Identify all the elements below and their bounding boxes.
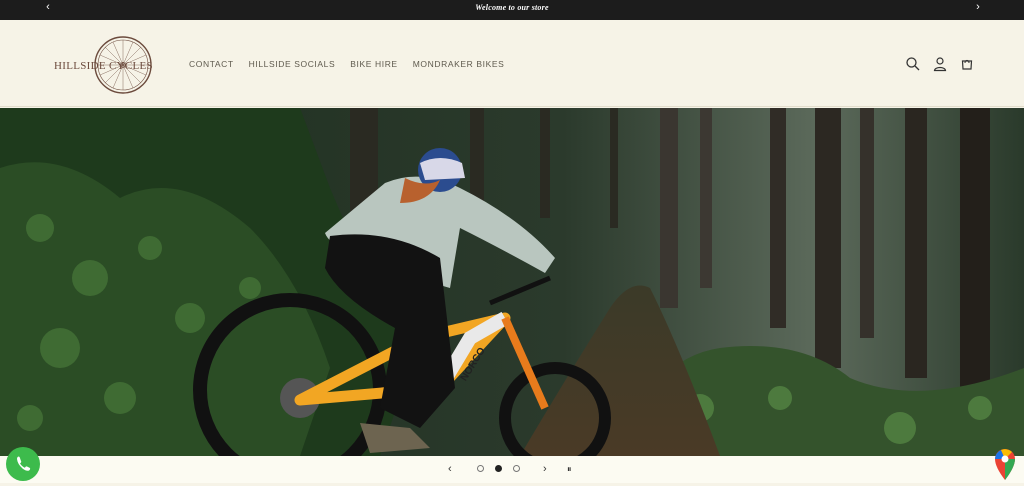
nav-hillside-socials[interactable]: HILLSIDE SOCIALS: [249, 59, 336, 69]
announcement-message: Welcome to our store: [475, 3, 549, 12]
svg-text:HILLSIDE CYCLES: HILLSIDE CYCLES: [54, 60, 153, 72]
site-logo[interactable]: HILLSIDE CYCLES: [52, 35, 156, 95]
announcement-next-button[interactable]: ›: [968, 1, 988, 13]
site-header: HILLSIDE CYCLES CONTACT HILLSIDE SOCIALS…: [0, 20, 1024, 107]
slideshow-controls: ‹ › ⏸: [0, 456, 1024, 483]
slide-pause-button[interactable]: ⏸: [567, 464, 572, 475]
cart-icon[interactable]: [959, 56, 975, 72]
slide-dot-1[interactable]: [477, 465, 484, 472]
nav-bike-hire[interactable]: BIKE HIRE: [350, 59, 397, 69]
whatsapp-button[interactable]: [6, 447, 40, 481]
slide-prev-button[interactable]: ‹: [448, 463, 452, 475]
search-icon[interactable]: [905, 56, 921, 72]
announcement-bar: ‹ Welcome to our store ›: [0, 0, 1024, 20]
hero-slideshow-image: NORCO: [0, 108, 1024, 456]
account-icon[interactable]: [932, 56, 948, 72]
slide-dot-2[interactable]: [495, 465, 502, 472]
whatsapp-icon: [17, 456, 31, 471]
google-maps-button[interactable]: [991, 447, 1019, 481]
nav-mondraker-bikes[interactable]: MONDRAKER BIKES: [413, 59, 505, 69]
nav-contact[interactable]: CONTACT: [189, 59, 234, 69]
slide-next-button[interactable]: ›: [543, 463, 547, 475]
header-icons: [905, 56, 975, 72]
google-maps-icon: [995, 449, 1015, 480]
mountain-bike-rider-illustration: NORCO: [0, 108, 1024, 456]
main-nav: CONTACT HILLSIDE SOCIALS BIKE HIRE MONDR…: [189, 59, 504, 69]
slide-dot-3[interactable]: [513, 465, 520, 472]
logo-wheel-icon: HILLSIDE CYCLES: [54, 36, 153, 94]
